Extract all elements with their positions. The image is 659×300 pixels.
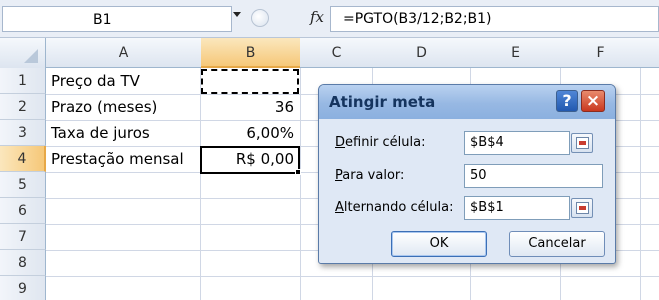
column-header-f[interactable]: F — [561, 38, 640, 68]
row-header-5[interactable]: 5 — [0, 172, 46, 198]
select-all-icon — [24, 49, 38, 63]
to-value-input[interactable]: 50 — [464, 164, 603, 188]
fill-handle[interactable] — [295, 169, 301, 175]
ok-button[interactable]: OK — [391, 231, 487, 257]
cell-a4[interactable]: Prestação mensal — [47, 146, 200, 172]
row-header-8[interactable]: 8 — [0, 250, 46, 276]
column-header-b[interactable]: B — [201, 38, 300, 68]
cell-a3[interactable]: Taxa de juros — [47, 120, 200, 146]
formula-text: =PGTO(B3/12;B2;B1) — [343, 11, 492, 27]
formula-bar: B1 fx =PGTO(B3/12;B2;B1) — [0, 0, 659, 38]
chevron-down-icon[interactable] — [233, 12, 241, 17]
changing-cell-label: Alternando célula: — [335, 200, 454, 215]
cancel-button[interactable]: Cancelar — [509, 231, 605, 257]
name-box-value: B1 — [93, 12, 112, 28]
row-header-1[interactable]: 1 — [0, 68, 46, 94]
changing-cell-input[interactable]: $B$1 — [464, 196, 570, 220]
column-header-d[interactable]: D — [373, 38, 470, 68]
cell-b3[interactable]: 6,00% — [201, 120, 300, 146]
formula-bar-handle-icon[interactable] — [251, 9, 269, 27]
name-box[interactable]: B1 — [2, 6, 232, 32]
formula-input[interactable]: =PGTO(B3/12;B2;B1) — [330, 6, 659, 32]
changing-cell-range-selector-icon[interactable] — [571, 198, 593, 218]
row-header-2[interactable]: 2 — [0, 94, 46, 120]
row-header-3[interactable]: 3 — [0, 120, 46, 146]
help-icon[interactable]: ? — [556, 90, 578, 112]
cell-a1[interactable]: Preço da TV — [47, 68, 200, 94]
fx-icon[interactable]: fx — [310, 8, 324, 26]
row-header-6[interactable]: 6 — [0, 198, 46, 224]
to-value-label: Para valor: — [335, 168, 405, 183]
cell-a2[interactable]: Prazo (meses) — [47, 94, 200, 120]
set-cell-range-selector-icon[interactable] — [571, 133, 593, 153]
column-header-c[interactable]: C — [301, 38, 372, 68]
goal-seek-dialog: Atingir meta ? × Definir célula: $B$4 Pa… — [318, 84, 616, 264]
row-header-7[interactable]: 7 — [0, 224, 46, 250]
column-header-a[interactable]: A — [47, 38, 200, 68]
close-icon[interactable]: × — [581, 90, 605, 112]
column-header-row: A B C D E F — [0, 38, 659, 68]
active-cell-border — [200, 146, 300, 174]
cell-b2[interactable]: 36 — [201, 94, 300, 120]
select-all-corner[interactable] — [0, 38, 46, 68]
dialog-titlebar[interactable]: Atingir meta ? × — [319, 85, 615, 119]
row-header-9[interactable]: 9 — [0, 276, 46, 300]
row-header-4[interactable]: 4 — [0, 146, 46, 172]
column-header-e[interactable]: E — [471, 38, 560, 68]
set-cell-label: Definir célula: — [335, 135, 426, 150]
dialog-title: Atingir meta — [329, 93, 436, 111]
set-cell-input[interactable]: $B$4 — [464, 131, 570, 155]
copy-marquee-b1 — [201, 69, 299, 94]
